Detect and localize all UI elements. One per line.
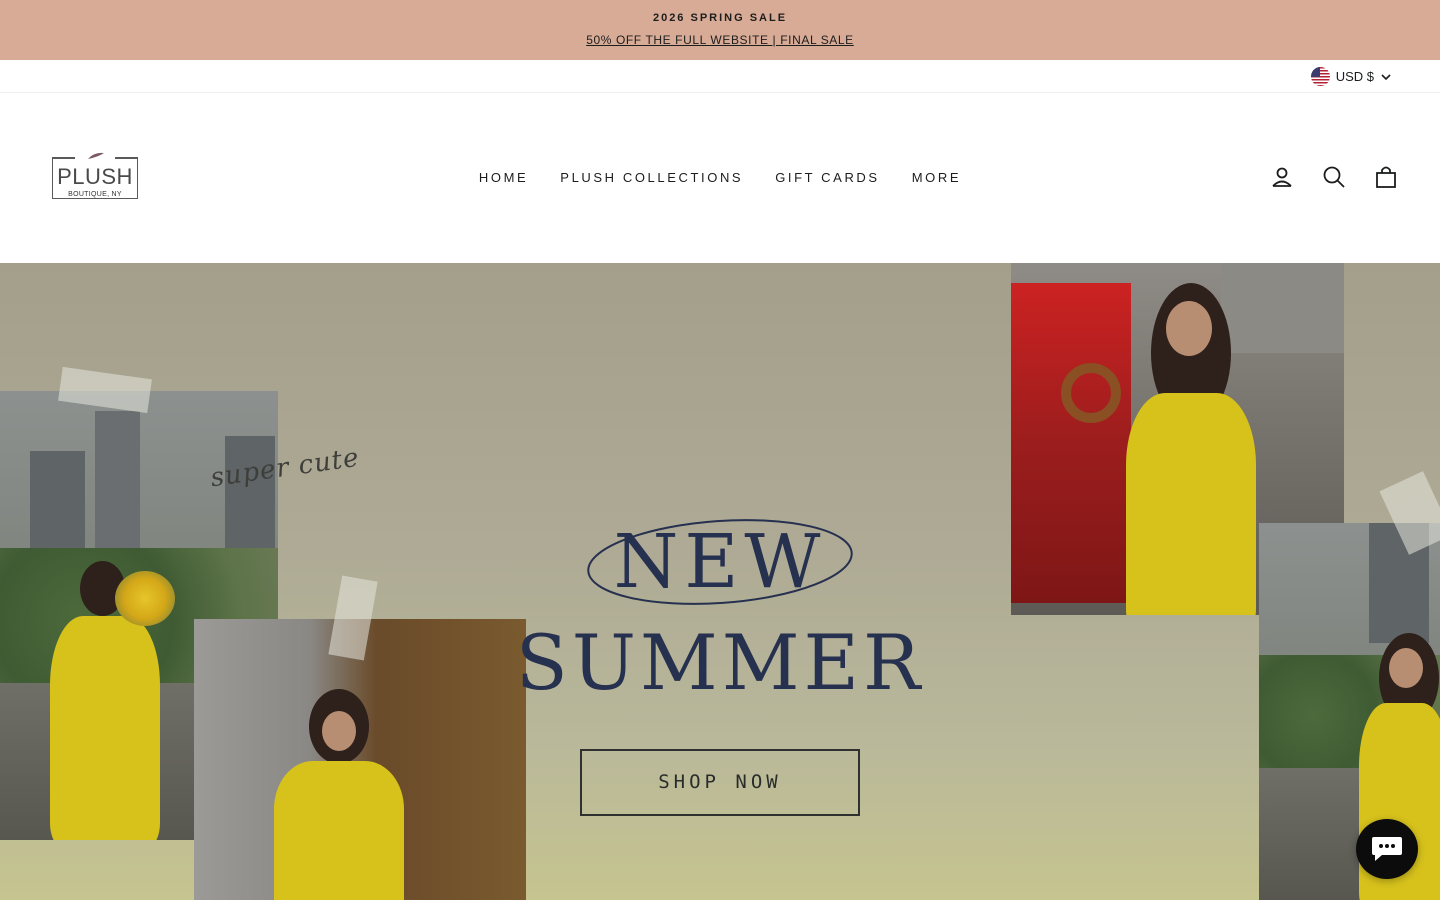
nav-item-home[interactable]: HOME [463, 170, 544, 185]
shop-now-button[interactable]: SHOP NOW [580, 749, 860, 816]
hero-banner[interactable]: super cute NEW SUMMER SHOP NOW [0, 263, 1440, 900]
user-icon[interactable] [1270, 165, 1294, 189]
logo-subtitle: BOUTIQUE, NY [68, 191, 122, 198]
chat-button[interactable] [1356, 819, 1418, 879]
announcement-link[interactable]: 50% OFF THE FULL WEBSITE | FINAL SALE [586, 33, 854, 47]
cart-icon[interactable] [1374, 165, 1398, 189]
announcement-title: 2026 SPRING SALE [652, 12, 788, 24]
header-actions [1270, 165, 1398, 189]
currency-label: USD $ [1335, 69, 1374, 84]
nav-item-plush-collections[interactable]: PLUSH COLLECTIONS [544, 170, 759, 185]
nav-item-more[interactable]: MORE [896, 170, 977, 185]
announcement-bar: 2026 SPRING SALE 50% OFF THE FULL WEBSIT… [0, 0, 1440, 60]
chevron-down-icon [1381, 73, 1391, 80]
currency-selector[interactable]: USD $ [1310, 66, 1392, 87]
nav-item-gift-cards[interactable]: GIFT CARDS [759, 170, 896, 185]
site-header: PLUSH BOUTIQUE, NY HOME PLUSH COLLECTION… [0, 93, 1440, 263]
us-flag-icon [1310, 67, 1330, 86]
chat-bubble-icon [1372, 837, 1402, 861]
search-icon[interactable] [1322, 165, 1346, 189]
hero-title-new: NEW [613, 519, 827, 605]
main-nav: HOME PLUSH COLLECTIONS GIFT CARDS MORE [0, 169, 1440, 187]
hero-title-summer: SUMMER [515, 618, 925, 707]
utility-bar: USD $ [0, 60, 1440, 93]
